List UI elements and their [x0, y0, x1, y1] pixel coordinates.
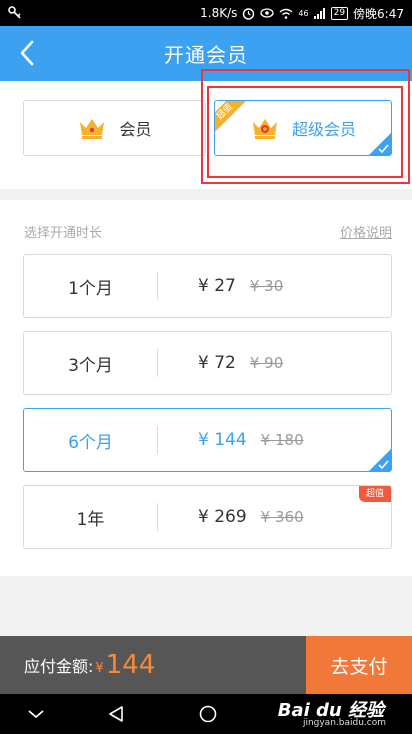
alarm-icon	[243, 7, 255, 20]
price: ¥ 144	[198, 430, 247, 450]
chevron-down-icon	[28, 710, 44, 719]
network-speed: 1.8K/s	[200, 6, 238, 20]
status-bar: 1.8K/s 46 29 傍晚6:47	[0, 0, 412, 26]
plan-tab-member-label: 会员	[119, 120, 152, 139]
value-badge: 超值	[359, 486, 391, 502]
currency-symbol: ¥	[95, 660, 104, 676]
home-circle-icon	[199, 705, 217, 723]
amount-label: 应付金额:	[24, 657, 94, 676]
divider	[157, 503, 158, 531]
watermark-url: jingyan.baidu.com	[302, 718, 386, 728]
duration-panel: 选择开通时长 价格说明 1个月 ¥ 27 ¥ 30 3个月 ¥ 72 ¥ 90 …	[0, 200, 412, 576]
duration-label: 1个月	[68, 278, 113, 299]
nav-home-button[interactable]	[196, 702, 220, 726]
plan-tab-member[interactable]: 会员	[23, 100, 206, 156]
divider	[157, 349, 158, 377]
divider	[157, 426, 158, 454]
divider	[157, 272, 158, 300]
original-price: ¥ 360	[260, 508, 304, 526]
system-nav-bar: Bai du 经验 jingyan.baidu.com	[0, 694, 412, 734]
price-note-link[interactable]: 价格说明	[340, 222, 392, 241]
clock: 傍晚6:47	[353, 6, 404, 21]
amount-value: 144	[105, 650, 156, 680]
nav-back-button[interactable]	[104, 702, 128, 726]
original-price: ¥ 90	[249, 354, 284, 372]
duration-option-6-months[interactable]: 6个月 ¥ 144 ¥ 180	[23, 408, 392, 472]
page-title: 开通会员	[164, 43, 248, 67]
original-price: ¥ 180	[260, 431, 304, 449]
duration-option-1-month[interactable]: 1个月 ¥ 27 ¥ 30	[23, 254, 392, 318]
price: ¥ 27	[198, 276, 236, 296]
price: ¥ 269	[198, 507, 247, 527]
duration-label: 6个月	[68, 432, 113, 453]
network-type: 46	[298, 8, 309, 18]
section-label: 选择开通时长	[24, 226, 103, 241]
status-right: 1.8K/s 46 29 傍晚6:47	[200, 5, 404, 22]
key-icon	[8, 6, 21, 19]
eye-icon	[260, 8, 275, 18]
wifi-icon	[279, 8, 293, 19]
duration-option-3-months[interactable]: 3个月 ¥ 72 ¥ 90	[23, 331, 392, 395]
battery-level: 29	[330, 6, 349, 20]
payment-bar: 应付金额: ¥ 144 去支付	[0, 636, 412, 694]
crown-icon	[80, 119, 105, 139]
annotation-highlight-inner	[207, 86, 403, 178]
back-triangle-icon	[109, 706, 123, 722]
original-price: ¥ 30	[249, 277, 284, 295]
nav-hide-button[interactable]	[24, 702, 48, 726]
duration-label: 3个月	[68, 355, 113, 376]
signal-icon	[313, 7, 325, 19]
back-button[interactable]	[12, 38, 42, 68]
price: ¥ 72	[198, 353, 236, 373]
duration-label: 1年	[76, 509, 105, 530]
pay-button[interactable]: 去支付	[306, 636, 412, 694]
status-left	[8, 6, 22, 20]
duration-option-1-year[interactable]: 超值 1年 ¥ 269 ¥ 360	[23, 485, 392, 549]
chevron-left-icon	[20, 40, 34, 66]
selected-check-icon	[369, 449, 391, 471]
